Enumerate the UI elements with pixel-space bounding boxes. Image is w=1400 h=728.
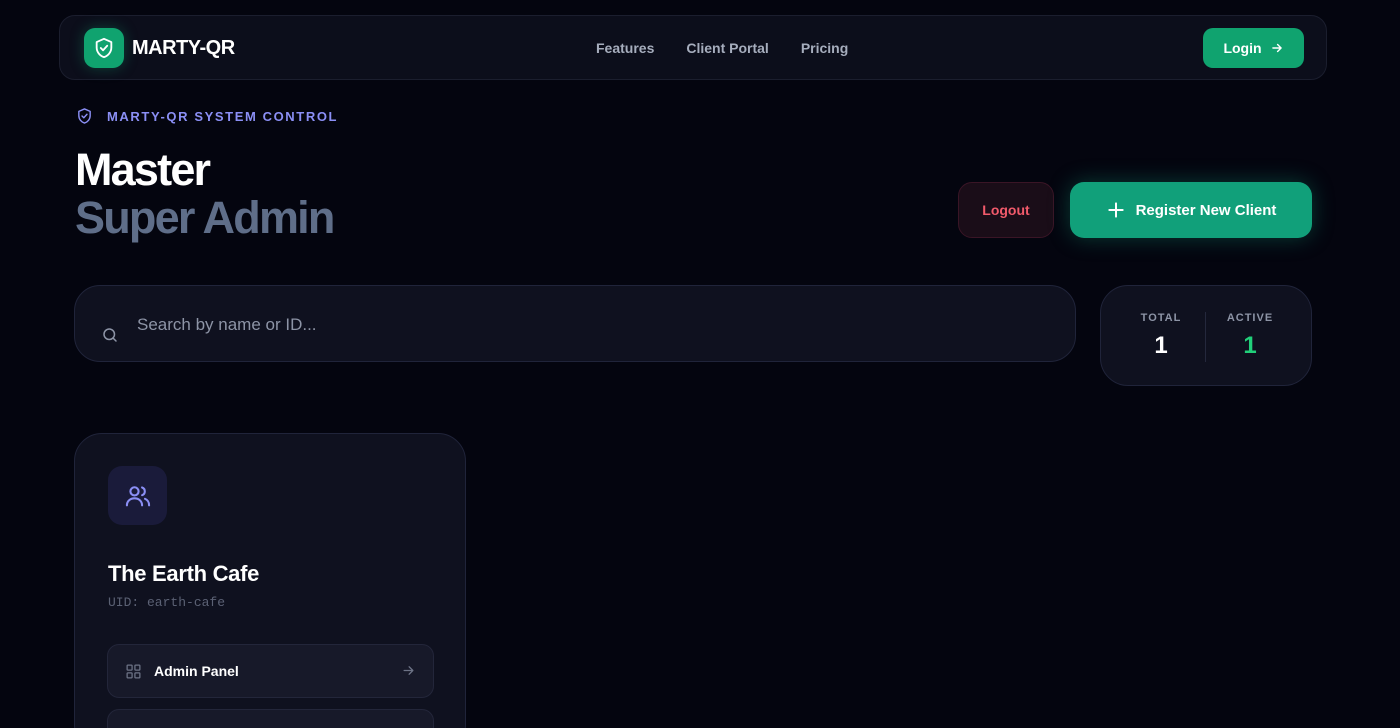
register-new-client-button[interactable]: Register New Client	[1070, 182, 1312, 238]
register-button-label: Register New Client	[1135, 201, 1277, 219]
stat-active-label: ACTIVE	[1226, 312, 1274, 324]
shield-check-icon	[78, 108, 91, 124]
users-icon	[108, 466, 167, 525]
stat-total-value: 1	[1154, 332, 1168, 359]
shield-check-icon	[84, 28, 124, 68]
nav-link-client-portal[interactable]: Client Portal	[686, 40, 768, 56]
page-title: Master	[75, 144, 211, 195]
nav-links: Features Client Portal Pricing	[596, 40, 848, 56]
stat-total-label: TOTAL	[1140, 312, 1182, 324]
login-button-label: Login	[1223, 40, 1262, 56]
page: MARTY-QR Features Client Portal Pricing …	[0, 0, 1400, 728]
nav-link-features[interactable]: Features	[596, 40, 654, 56]
logout-button-label: Logout	[982, 202, 1030, 218]
brand[interactable]: MARTY-QR	[84, 28, 235, 68]
search-icon	[103, 328, 117, 342]
admin-panel-label: Admin Panel	[154, 663, 239, 679]
client-uid: UID: earth-cafe	[108, 595, 226, 610]
search-input[interactable]	[137, 310, 1037, 340]
stat-active: ACTIVE 1	[1205, 312, 1295, 360]
logout-button[interactable]: Logout	[958, 182, 1054, 238]
admin-panel-link[interactable]: Admin Panel	[107, 644, 434, 698]
client-name: The Earth Cafe	[108, 561, 260, 586]
arrow-right-icon	[403, 666, 414, 675]
eyebrow: MARTY-QR SYSTEM CONTROL	[76, 107, 338, 125]
stats-panel: TOTAL 1 ACTIVE 1	[1100, 285, 1312, 386]
stat-active-value: 1	[1243, 332, 1257, 359]
arrow-right-icon	[1271, 43, 1282, 53]
login-button[interactable]: Login	[1203, 28, 1304, 68]
top-navbar: MARTY-QR Features Client Portal Pricing …	[59, 15, 1327, 80]
stat-total: TOTAL 1	[1116, 312, 1206, 360]
nav-link-pricing[interactable]: Pricing	[801, 40, 848, 56]
grid-icon	[126, 664, 141, 679]
plus-icon	[1107, 202, 1124, 218]
client-card: The Earth Cafe UID: earth-cafe Admin Pan…	[74, 433, 466, 728]
page-subtitle: Super Admin	[75, 192, 335, 243]
brand-name: MARTY-QR	[132, 36, 235, 59]
eyebrow-text: MARTY-QR SYSTEM CONTROL	[107, 108, 339, 124]
search-bar	[74, 285, 1076, 362]
client-action-row[interactable]	[107, 709, 434, 728]
